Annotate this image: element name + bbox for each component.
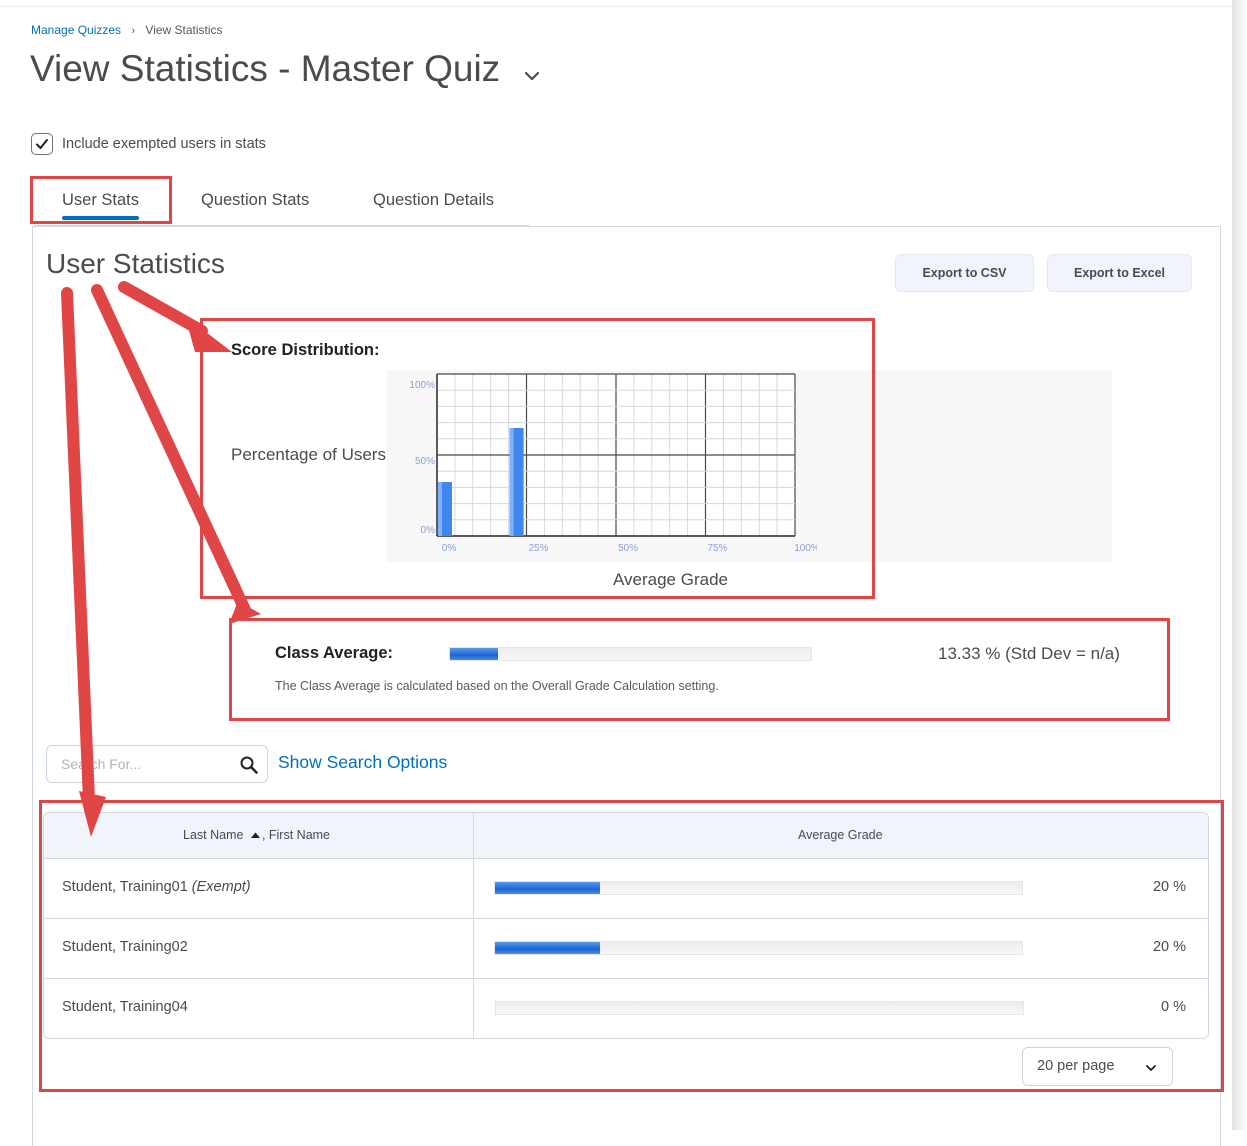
top-border — [0, 6, 1232, 7]
page: Manage Quizzes › View Statistics View St… — [0, 0, 1247, 1146]
chevron-down-icon — [1146, 1065, 1156, 1071]
name-header-separator: , — [261, 828, 269, 842]
grade-bar-fill — [495, 882, 601, 894]
chart-x-tick-label: 50% — [618, 543, 638, 554]
tab-selected-indicator — [62, 216, 139, 220]
include-exempted-label: Include exempted users in stats — [62, 136, 266, 152]
show-search-options-link[interactable]: Show Search Options — [278, 752, 447, 773]
student-name: Student, Training02 — [62, 939, 188, 955]
student-name: Student, Training04 — [62, 999, 188, 1015]
grade-bar — [495, 1001, 1024, 1015]
breadcrumb-manage-quizzes[interactable]: Manage Quizzes — [31, 23, 121, 37]
class-average-value: 13.33 % (Std Dev = n/a) — [938, 644, 1120, 663]
include-exempted-row: Include exempted users in stats — [31, 133, 266, 155]
grade-percent: 0 % — [1161, 999, 1186, 1015]
chart-x-tick-label: 25% — [528, 543, 548, 554]
student-name: Student, Training01 (Exempt) — [62, 879, 251, 895]
chevron-down-icon[interactable] — [521, 65, 543, 87]
breadcrumb-separator-icon: › — [131, 25, 136, 37]
score-distribution-chart: 0% 25% 50% 75% 100% 0% 50% 100% — [409, 373, 817, 554]
tab-user-stats[interactable]: User Stats — [62, 191, 139, 210]
chart-x-tick-label: 0% — [442, 543, 457, 554]
table-row: Student, Training01 (Exempt) 20 % — [44, 859, 1208, 919]
chart-bar-highlight — [438, 482, 442, 536]
search-box — [46, 745, 268, 783]
class-average-bar-fill — [450, 648, 499, 660]
chart-bar-highlight — [509, 427, 514, 536]
page-title: View Statistics - Master Quiz — [30, 48, 501, 89]
page-shadow — [1232, 0, 1247, 1130]
grade-bar — [494, 941, 1023, 955]
grade-bar — [494, 881, 1023, 895]
table-header: Last Name , First Name Average Grade — [44, 813, 1208, 859]
per-page-select[interactable]: 20 per page — [1022, 1047, 1173, 1086]
grade-bar-fill — [495, 942, 601, 954]
breadcrumb: Manage Quizzes › View Statistics — [31, 23, 223, 37]
grade-percent: 20 % — [1152, 879, 1186, 895]
include-exempted-checkbox[interactable] — [31, 133, 53, 155]
chart-y-tick-label: 0% — [421, 525, 436, 536]
chart-y-label: Percentage of Users — [231, 445, 386, 464]
first-name-header[interactable]: First Name — [269, 828, 330, 842]
checkmark-icon — [36, 139, 48, 149]
table-row: Student, Training04 0 % — [44, 979, 1208, 1038]
exempt-tag: (Exempt) — [191, 879, 251, 895]
sort-name-header[interactable]: Last Name , First Name — [183, 828, 330, 842]
chart-y-tick-label: 100% — [409, 380, 435, 391]
student-name-text: Student, Training01 — [62, 879, 188, 895]
table-row: Student, Training02 20 % — [44, 919, 1208, 979]
class-average-label: Class Average: — [275, 644, 394, 662]
search-input[interactable] — [59, 755, 229, 773]
user-grades-table: Last Name , First Name Average Grade Stu… — [43, 812, 1209, 1039]
tab-question-details[interactable]: Question Details — [373, 191, 494, 210]
chart-x-tick-label: 100% — [794, 543, 817, 554]
class-average-bar — [449, 647, 812, 661]
chart-y-tick-label: 50% — [415, 456, 435, 467]
chart-x-label: Average Grade — [613, 570, 728, 589]
export-csv-button[interactable]: Export to CSV — [895, 254, 1034, 292]
average-grade-header: Average Grade — [798, 828, 883, 842]
section-title: User Statistics — [46, 248, 225, 279]
chart-x-tick-label: 75% — [707, 543, 727, 554]
class-average-note: The Class Average is calculated based on… — [275, 679, 719, 693]
search-icon[interactable] — [239, 755, 259, 775]
last-name-header[interactable]: Last Name — [183, 828, 243, 842]
sort-ascending-icon — [250, 832, 260, 838]
export-excel-button[interactable]: Export to Excel — [1047, 254, 1192, 292]
score-distribution-label: Score Distribution: — [231, 341, 380, 359]
per-page-value: 20 per page — [1037, 1058, 1115, 1074]
breadcrumb-current: View Statistics — [145, 23, 223, 37]
tab-question-stats[interactable]: Question Stats — [201, 191, 309, 210]
grade-percent: 20 % — [1152, 939, 1186, 955]
